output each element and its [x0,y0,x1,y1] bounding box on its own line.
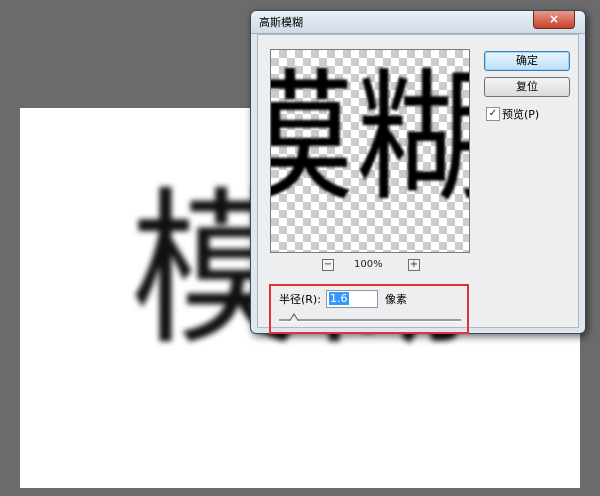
checkmark-icon: ✓ [488,108,498,119]
close-icon: × [548,12,560,26]
radius-value: 1.6 [329,292,349,305]
dialog-body: 模糊 − 100% + 确定 复位 ✓ 预览(P) 半径(R): 1.6 像素 [257,34,579,334]
preview-checkbox[interactable]: ✓ [486,107,500,121]
zoom-in-button[interactable]: + [408,259,420,271]
radius-highlight-box: 半径(R): 1.6 像素 [269,284,469,334]
dialog-titlebar[interactable]: 高斯模糊 × [251,11,585,34]
slider-thumb-fill [290,315,298,321]
zoom-controls: − 100% + [270,259,468,273]
zoom-level: 100% [354,259,383,270]
zoom-out-button[interactable]: − [322,259,334,271]
preview-text: 模糊 [271,68,469,210]
reset-button[interactable]: 复位 [484,77,570,97]
gaussian-blur-dialog: 高斯模糊 × 模糊 − 100% + 确定 复位 ✓ 预览(P) 半径(R): … [250,10,586,334]
minus-icon: − [323,259,333,270]
radius-unit: 像素 [385,293,407,306]
close-button[interactable]: × [533,11,575,29]
dialog-title: 高斯模糊 [259,16,303,29]
preview-checkbox-label[interactable]: 预览(P) [502,106,539,122]
radius-label: 半径(R): [279,293,321,306]
radius-slider-track[interactable] [279,319,461,322]
ok-button[interactable]: 确定 [484,51,570,71]
plus-icon: + [409,259,419,270]
preview-pane[interactable]: 模糊 [270,49,470,253]
radius-slider-thumb[interactable] [289,313,299,321]
radius-input[interactable]: 1.6 [326,290,378,308]
